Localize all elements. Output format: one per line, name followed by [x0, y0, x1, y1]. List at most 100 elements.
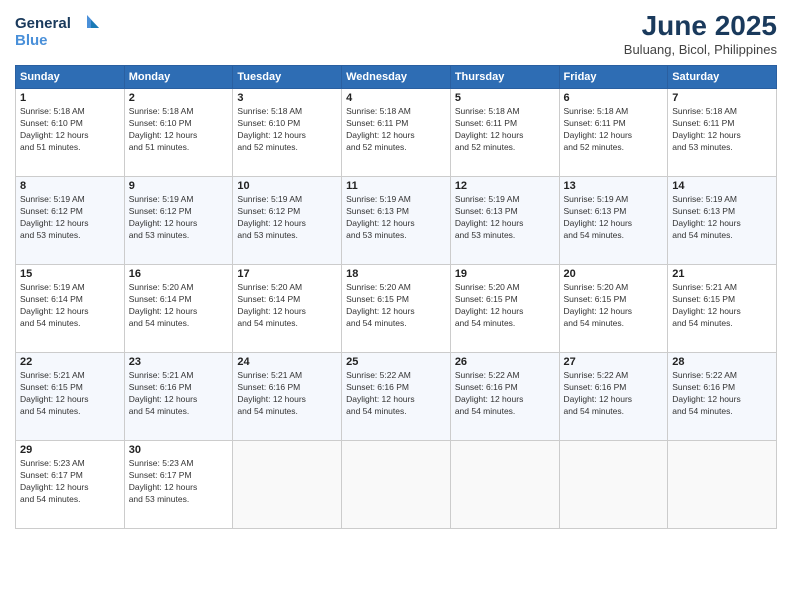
day-number: 29	[20, 444, 120, 456]
table-cell: 24 Sunrise: 5:21 AMSunset: 6:16 PMDaylig…	[233, 353, 342, 441]
day-info: Sunrise: 5:23 AMSunset: 6:17 PMDaylight:…	[129, 458, 229, 506]
table-cell	[450, 441, 559, 529]
calendar-week-row: 29 Sunrise: 5:23 AMSunset: 6:17 PMDaylig…	[16, 441, 777, 529]
table-cell: 21 Sunrise: 5:21 AMSunset: 6:15 PMDaylig…	[668, 265, 777, 353]
day-info: Sunrise: 5:22 AMSunset: 6:16 PMDaylight:…	[672, 370, 772, 418]
day-info: Sunrise: 5:18 AMSunset: 6:11 PMDaylight:…	[455, 106, 555, 154]
table-cell: 14 Sunrise: 5:19 AMSunset: 6:13 PMDaylig…	[668, 177, 777, 265]
day-number: 12	[455, 180, 555, 192]
day-info: Sunrise: 5:23 AMSunset: 6:17 PMDaylight:…	[20, 458, 120, 506]
table-cell: 29 Sunrise: 5:23 AMSunset: 6:17 PMDaylig…	[16, 441, 125, 529]
day-info: Sunrise: 5:21 AMSunset: 6:15 PMDaylight:…	[20, 370, 120, 418]
table-cell: 28 Sunrise: 5:22 AMSunset: 6:16 PMDaylig…	[668, 353, 777, 441]
table-cell: 2 Sunrise: 5:18 AMSunset: 6:10 PMDayligh…	[124, 89, 233, 177]
day-number: 24	[237, 356, 337, 368]
day-info: Sunrise: 5:19 AMSunset: 6:12 PMDaylight:…	[129, 194, 229, 242]
day-number: 26	[455, 356, 555, 368]
table-cell: 1 Sunrise: 5:18 AMSunset: 6:10 PMDayligh…	[16, 89, 125, 177]
day-number: 22	[20, 356, 120, 368]
logo-svg: General Blue	[15, 10, 105, 50]
day-info: Sunrise: 5:22 AMSunset: 6:16 PMDaylight:…	[455, 370, 555, 418]
calendar-week-row: 8 Sunrise: 5:19 AMSunset: 6:12 PMDayligh…	[16, 177, 777, 265]
calendar-header-row: Sunday Monday Tuesday Wednesday Thursday…	[16, 66, 777, 89]
day-number: 27	[564, 356, 664, 368]
day-info: Sunrise: 5:20 AMSunset: 6:15 PMDaylight:…	[346, 282, 446, 330]
day-info: Sunrise: 5:18 AMSunset: 6:11 PMDaylight:…	[346, 106, 446, 154]
day-number: 16	[129, 268, 229, 280]
table-cell: 19 Sunrise: 5:20 AMSunset: 6:15 PMDaylig…	[450, 265, 559, 353]
day-number: 13	[564, 180, 664, 192]
table-cell: 16 Sunrise: 5:20 AMSunset: 6:14 PMDaylig…	[124, 265, 233, 353]
main-title: June 2025	[624, 10, 777, 42]
day-info: Sunrise: 5:20 AMSunset: 6:14 PMDaylight:…	[237, 282, 337, 330]
day-info: Sunrise: 5:19 AMSunset: 6:12 PMDaylight:…	[237, 194, 337, 242]
table-cell	[233, 441, 342, 529]
calendar-table: Sunday Monday Tuesday Wednesday Thursday…	[15, 65, 777, 529]
day-info: Sunrise: 5:18 AMSunset: 6:10 PMDaylight:…	[20, 106, 120, 154]
table-cell: 13 Sunrise: 5:19 AMSunset: 6:13 PMDaylig…	[559, 177, 668, 265]
day-info: Sunrise: 5:19 AMSunset: 6:14 PMDaylight:…	[20, 282, 120, 330]
table-cell: 22 Sunrise: 5:21 AMSunset: 6:15 PMDaylig…	[16, 353, 125, 441]
day-info: Sunrise: 5:21 AMSunset: 6:15 PMDaylight:…	[672, 282, 772, 330]
table-cell: 11 Sunrise: 5:19 AMSunset: 6:13 PMDaylig…	[342, 177, 451, 265]
table-cell: 18 Sunrise: 5:20 AMSunset: 6:15 PMDaylig…	[342, 265, 451, 353]
day-info: Sunrise: 5:20 AMSunset: 6:15 PMDaylight:…	[564, 282, 664, 330]
day-number: 5	[455, 92, 555, 104]
table-cell: 3 Sunrise: 5:18 AMSunset: 6:10 PMDayligh…	[233, 89, 342, 177]
day-number: 21	[672, 268, 772, 280]
day-number: 18	[346, 268, 446, 280]
day-number: 8	[20, 180, 120, 192]
day-info: Sunrise: 5:21 AMSunset: 6:16 PMDaylight:…	[237, 370, 337, 418]
calendar-week-row: 22 Sunrise: 5:21 AMSunset: 6:15 PMDaylig…	[16, 353, 777, 441]
calendar-week-row: 15 Sunrise: 5:19 AMSunset: 6:14 PMDaylig…	[16, 265, 777, 353]
table-cell: 23 Sunrise: 5:21 AMSunset: 6:16 PMDaylig…	[124, 353, 233, 441]
header: General Blue June 2025 Buluang, Bicol, P…	[15, 10, 777, 57]
day-number: 1	[20, 92, 120, 104]
logo: General Blue	[15, 10, 105, 50]
day-number: 2	[129, 92, 229, 104]
table-cell: 9 Sunrise: 5:19 AMSunset: 6:12 PMDayligh…	[124, 177, 233, 265]
day-info: Sunrise: 5:19 AMSunset: 6:13 PMDaylight:…	[455, 194, 555, 242]
table-cell: 12 Sunrise: 5:19 AMSunset: 6:13 PMDaylig…	[450, 177, 559, 265]
day-number: 9	[129, 180, 229, 192]
day-number: 20	[564, 268, 664, 280]
table-cell	[342, 441, 451, 529]
table-cell: 4 Sunrise: 5:18 AMSunset: 6:11 PMDayligh…	[342, 89, 451, 177]
day-info: Sunrise: 5:20 AMSunset: 6:14 PMDaylight:…	[129, 282, 229, 330]
col-monday: Monday	[124, 66, 233, 89]
col-saturday: Saturday	[668, 66, 777, 89]
day-number: 30	[129, 444, 229, 456]
day-number: 25	[346, 356, 446, 368]
table-cell: 15 Sunrise: 5:19 AMSunset: 6:14 PMDaylig…	[16, 265, 125, 353]
day-number: 17	[237, 268, 337, 280]
day-info: Sunrise: 5:21 AMSunset: 6:16 PMDaylight:…	[129, 370, 229, 418]
day-info: Sunrise: 5:19 AMSunset: 6:13 PMDaylight:…	[564, 194, 664, 242]
table-cell: 6 Sunrise: 5:18 AMSunset: 6:11 PMDayligh…	[559, 89, 668, 177]
day-number: 28	[672, 356, 772, 368]
title-block: June 2025 Buluang, Bicol, Philippines	[624, 10, 777, 57]
table-cell: 7 Sunrise: 5:18 AMSunset: 6:11 PMDayligh…	[668, 89, 777, 177]
table-cell: 30 Sunrise: 5:23 AMSunset: 6:17 PMDaylig…	[124, 441, 233, 529]
table-cell	[559, 441, 668, 529]
day-info: Sunrise: 5:22 AMSunset: 6:16 PMDaylight:…	[346, 370, 446, 418]
day-number: 23	[129, 356, 229, 368]
day-number: 3	[237, 92, 337, 104]
day-info: Sunrise: 5:19 AMSunset: 6:13 PMDaylight:…	[346, 194, 446, 242]
day-number: 7	[672, 92, 772, 104]
day-info: Sunrise: 5:18 AMSunset: 6:11 PMDaylight:…	[564, 106, 664, 154]
svg-text:Blue: Blue	[15, 32, 48, 49]
day-info: Sunrise: 5:18 AMSunset: 6:11 PMDaylight:…	[672, 106, 772, 154]
day-info: Sunrise: 5:18 AMSunset: 6:10 PMDaylight:…	[237, 106, 337, 154]
col-friday: Friday	[559, 66, 668, 89]
table-cell: 17 Sunrise: 5:20 AMSunset: 6:14 PMDaylig…	[233, 265, 342, 353]
table-cell: 8 Sunrise: 5:19 AMSunset: 6:12 PMDayligh…	[16, 177, 125, 265]
calendar-week-row: 1 Sunrise: 5:18 AMSunset: 6:10 PMDayligh…	[16, 89, 777, 177]
day-number: 14	[672, 180, 772, 192]
day-number: 11	[346, 180, 446, 192]
subtitle: Buluang, Bicol, Philippines	[624, 42, 777, 57]
day-number: 6	[564, 92, 664, 104]
col-tuesday: Tuesday	[233, 66, 342, 89]
table-cell: 25 Sunrise: 5:22 AMSunset: 6:16 PMDaylig…	[342, 353, 451, 441]
day-info: Sunrise: 5:19 AMSunset: 6:12 PMDaylight:…	[20, 194, 120, 242]
day-info: Sunrise: 5:18 AMSunset: 6:10 PMDaylight:…	[129, 106, 229, 154]
